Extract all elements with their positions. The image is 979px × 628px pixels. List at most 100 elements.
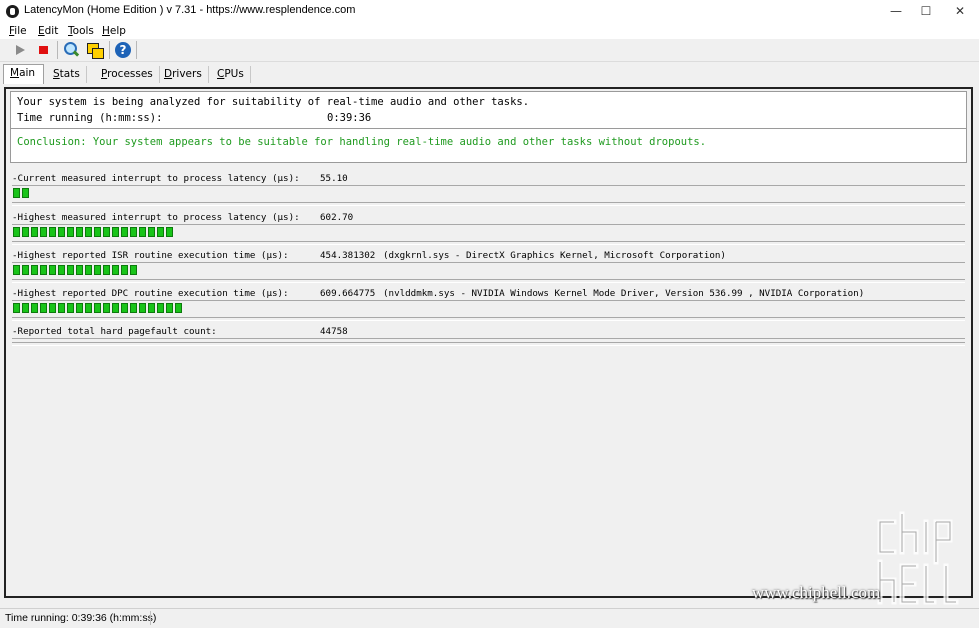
meter-segment — [85, 265, 92, 275]
status-bar-divider — [150, 611, 151, 625]
toolbar-separator — [109, 41, 110, 59]
meter-rule — [12, 317, 965, 321]
toolbar-separator — [57, 41, 58, 59]
metric-value: 454.381302 — [320, 250, 376, 261]
metric-value: 55.10 — [320, 173, 348, 184]
windows-icon[interactable] — [86, 41, 104, 59]
meter-segment — [130, 303, 137, 313]
metric-pagefault-count: -Reported total hard pagefault count: 44… — [12, 326, 965, 363]
conclusion-text: Conclusion: Your system appears to be su… — [17, 136, 707, 148]
meter-segment — [121, 227, 128, 237]
meter-segment — [94, 227, 101, 237]
meter-rule — [12, 279, 965, 283]
meter-segment — [103, 227, 110, 237]
main-panel: Your system is being analyzed for suitab… — [4, 87, 973, 598]
meter-segment — [139, 303, 146, 313]
meter-rule — [12, 342, 965, 346]
meter-segment — [103, 265, 110, 275]
metric-label: -Current measured interrupt to process l… — [12, 173, 300, 184]
meter-segment — [94, 303, 101, 313]
title-bar[interactable]: LatencyMon (Home Edition ) v 7.31 - http… — [0, 0, 979, 24]
meter-segment — [40, 227, 47, 237]
meter-segment — [103, 303, 110, 313]
search-icon[interactable] — [62, 41, 80, 59]
meter-segment — [85, 303, 92, 313]
metric-rule — [12, 262, 965, 263]
time-running-label: Time running (h:mm:ss): — [17, 112, 163, 124]
menu-file[interactable]: File — [9, 25, 27, 37]
tab-strip: Main Stats Processes Drivers CPUs — [0, 64, 979, 84]
meter-segment — [31, 265, 38, 275]
meter-segment — [49, 303, 56, 313]
meter-segment — [139, 227, 146, 237]
meter-segment — [31, 303, 38, 313]
meter-segment — [76, 227, 83, 237]
window-title: LatencyMon (Home Edition ) v 7.31 - http… — [24, 4, 356, 16]
metric-highest-latency: -Highest measured interrupt to process l… — [12, 212, 965, 249]
isr-meter — [13, 265, 139, 276]
tab-main[interactable]: Main — [3, 64, 44, 84]
meter-segment — [67, 303, 74, 313]
meter-segment — [148, 227, 155, 237]
metric-dpc-time: -Highest reported DPC routine execution … — [12, 288, 965, 325]
meter-segment — [166, 227, 173, 237]
tab-cpus[interactable]: CPUs — [211, 66, 251, 83]
play-icon[interactable] — [11, 41, 29, 59]
meter-segment — [157, 227, 164, 237]
metric-detail: (nvlddmkm.sys - NVIDIA Windows Kernel Mo… — [383, 288, 865, 299]
meter-segment — [13, 265, 20, 275]
status-bar: Time running: 0:39:36 (h:mm:ss) — [0, 608, 979, 628]
metric-rule — [12, 185, 965, 186]
meter-segment — [40, 265, 47, 275]
meter-segment — [112, 265, 119, 275]
tab-drivers[interactable]: Drivers — [158, 66, 209, 83]
watermark-url: www.chiphell.com — [752, 583, 881, 602]
app-icon — [6, 5, 19, 18]
metric-rule — [12, 300, 965, 301]
metric-rule — [12, 224, 965, 225]
metric-label: -Highest reported ISR routine execution … — [12, 250, 289, 261]
metric-label: -Reported total hard pagefault count: — [12, 326, 217, 337]
latency-meter — [13, 227, 175, 238]
meter-segment — [13, 303, 20, 313]
metric-current-latency: -Current measured interrupt to process l… — [12, 173, 965, 210]
meter-segment — [130, 265, 137, 275]
menu-edit[interactable]: Edit — [38, 25, 58, 37]
metric-value: 44758 — [320, 326, 348, 337]
status-box: Your system is being analyzed for suitab… — [10, 91, 967, 163]
stop-icon[interactable] — [35, 41, 53, 59]
chiphell-logo — [877, 511, 959, 605]
meter-segment — [94, 265, 101, 275]
close-button[interactable]: ✕ — [940, 0, 979, 23]
status-bar-text: Time running: 0:39:36 (h:mm:ss) — [5, 612, 157, 624]
meter-rule — [12, 202, 965, 206]
dpc-meter — [13, 303, 184, 314]
toolbar-separator — [136, 41, 137, 59]
metric-value: 609.664775 — [320, 288, 376, 299]
metric-detail: (dxgkrnl.sys - DirectX Graphics Kernel, … — [383, 250, 726, 261]
tab-stats[interactable]: Stats — [47, 66, 87, 83]
meter-segment — [49, 265, 56, 275]
metric-label: -Highest reported DPC routine execution … — [12, 288, 289, 299]
menu-tools[interactable]: Tools — [68, 25, 94, 37]
time-running-value: 0:39:36 — [327, 112, 372, 124]
meter-segment — [121, 265, 128, 275]
meter-segment — [148, 303, 155, 313]
metric-value: 602.70 — [320, 212, 354, 223]
meter-segment — [121, 303, 128, 313]
meter-segment — [58, 265, 65, 275]
metric-label: -Highest measured interrupt to process l… — [12, 212, 300, 223]
meter-segment — [85, 227, 92, 237]
menu-bar: File Edit Tools Help — [0, 23, 979, 39]
analysis-text: Your system is being analyzed for suitab… — [17, 96, 530, 108]
menu-help[interactable]: Help — [102, 25, 126, 37]
meter-segment — [175, 303, 182, 313]
meter-segment — [157, 303, 164, 313]
help-icon[interactable] — [114, 41, 132, 59]
meter-segment — [13, 188, 20, 198]
metric-rule — [12, 338, 965, 339]
divider — [11, 128, 966, 129]
meter-segment — [130, 227, 137, 237]
meter-segment — [67, 227, 74, 237]
tab-processes[interactable]: Processes — [95, 66, 160, 83]
